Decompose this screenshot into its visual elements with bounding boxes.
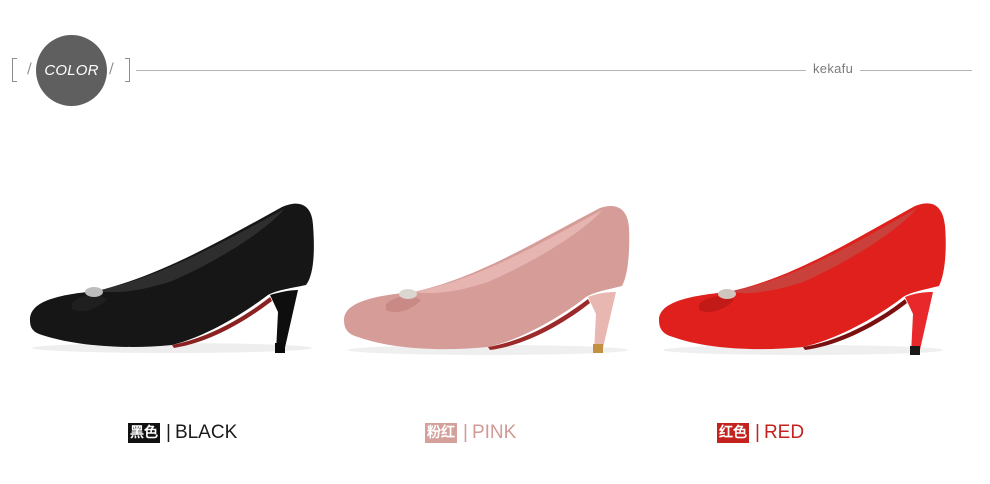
black-shoe-image [30,203,314,353]
caption-separator: | [463,422,468,443]
caption-separator: | [166,422,171,443]
right-bracket [125,58,130,82]
header-rule-right [860,70,972,71]
color-tag-pink: 粉红 [425,423,457,443]
color-caption-black: 黑色 | BLACK [128,421,237,445]
red-shoe-image [659,203,946,355]
caption-separator: | [755,422,760,443]
color-tag-red: 红色 [717,423,749,443]
pink-shoe-image [344,206,630,355]
color-caption-red: 红色 | RED [717,421,804,445]
color-name-red: RED [763,422,805,443]
color-name-pink: PINK [471,422,517,443]
color-caption-pink: 粉红 | PINK [425,421,516,445]
slash-decoration: / [109,61,114,77]
slash-decoration: / [27,61,32,77]
color-name-black: BLACK [174,422,238,443]
color-badge: COLOR [36,35,107,106]
color-tag-black: 黑色 [128,423,160,443]
left-bracket [12,58,17,82]
brand-name: kekafu [813,61,854,76]
header-rule [136,70,806,71]
